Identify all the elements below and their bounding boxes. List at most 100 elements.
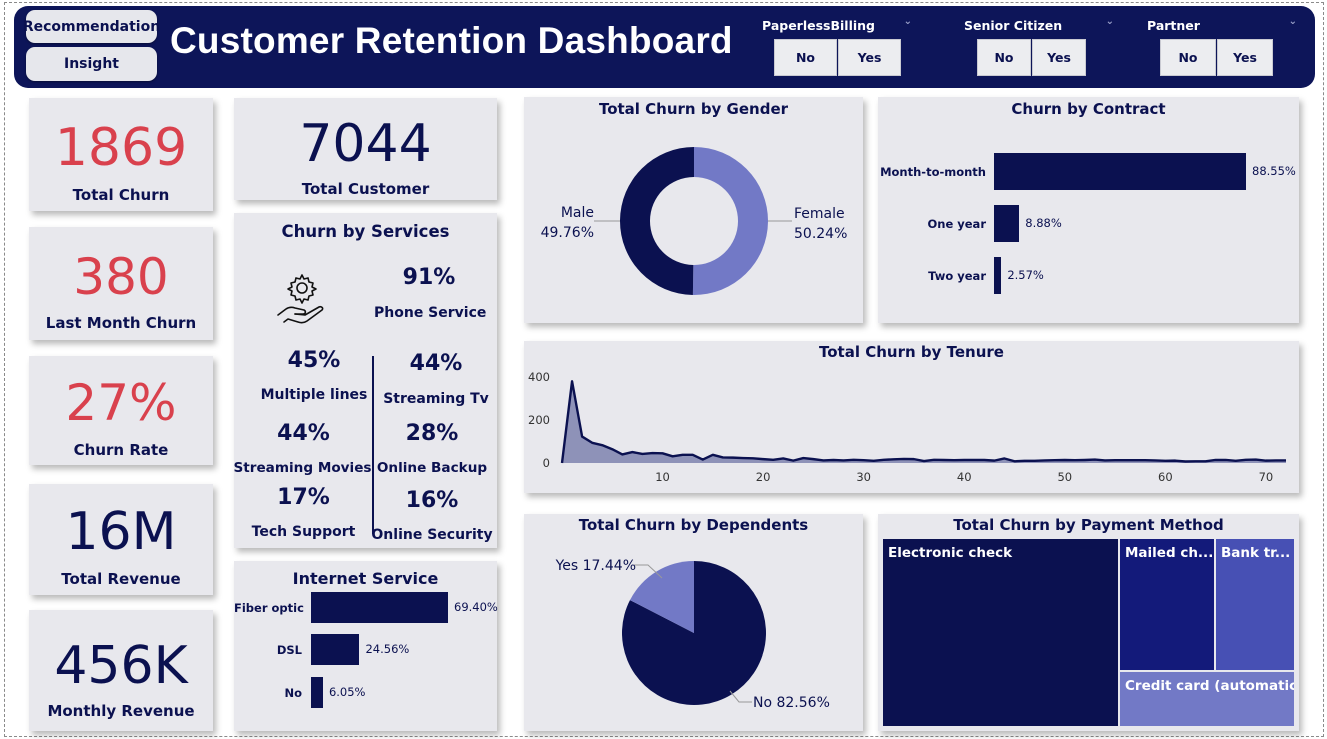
total-revenue-value: 16M xyxy=(65,502,177,562)
bar-label-no: No xyxy=(284,686,302,700)
gear-hand-icon xyxy=(277,274,324,324)
data-label-female: 50.24% xyxy=(794,226,847,242)
paperless-yes-option[interactable]: Yes xyxy=(838,39,901,76)
y-tick-label: 200 xyxy=(528,413,550,427)
partner-slicer: Partner ⌄ No Yes xyxy=(1147,16,1297,76)
last-month-churn-card: 380 Last Month Churn xyxy=(29,227,213,340)
internet-service-card: Internet Service Fiber optic DSL No 69.4… xyxy=(234,561,498,731)
header-bar: Recommendation Insight Customer Retentio… xyxy=(14,6,1315,88)
recommendation-nav-button[interactable]: Recommendation xyxy=(23,10,160,43)
bar-dsl[interactable] xyxy=(311,634,360,665)
churn-by-gender-card: Total Churn by Gender Male 49.76% Female 50… xyxy=(524,97,863,323)
y-tick-label: 0 xyxy=(543,456,550,470)
online-security-label: Online Security xyxy=(371,527,493,543)
paperless-no-option[interactable]: No xyxy=(774,39,837,76)
online-backup-pct: 28% xyxy=(405,421,459,446)
tech-support-pct: 17% xyxy=(277,485,330,510)
streaming-tv-pct: 44% xyxy=(409,351,463,376)
bar-label-one-year: One year xyxy=(927,217,987,231)
treemap-credit-card[interactable]: Credit card (automatic) xyxy=(1120,672,1294,726)
churn-by-contract-card: Churn by Contract Month-to-month One yea… xyxy=(878,97,1299,323)
senior-no-option[interactable]: No xyxy=(977,39,1031,76)
bar-two-year[interactable] xyxy=(994,257,1002,294)
bar-label-dsl: DSL xyxy=(276,643,302,657)
slice-male[interactable] xyxy=(619,147,694,295)
gender-donut-chart: Male 49.76% Female 50.24% xyxy=(541,147,847,295)
partner-no-option[interactable]: No xyxy=(1160,39,1216,76)
x-tick-label: 60 xyxy=(1158,470,1173,484)
data-label-male: 49.76% xyxy=(541,225,594,241)
chevron-down-icon[interactable]: ⌄ xyxy=(904,16,912,27)
insight-nav-button[interactable]: Insight xyxy=(26,47,157,81)
total-customer-card: 7044 Total Customer xyxy=(234,98,497,200)
treemap-bank-transfer[interactable]: Bank tr... xyxy=(1216,539,1294,670)
churn-by-payment-card: Total Churn by Payment Method Electronic… xyxy=(878,514,1299,731)
online-security-pct: 16% xyxy=(405,488,459,513)
services-title: Churn by Services xyxy=(281,222,450,241)
total-churn-card: 1869 Total Churn xyxy=(29,98,213,211)
y-tick-label: 400 xyxy=(528,370,550,384)
bar-label-month-to-month: Month-to-month xyxy=(880,165,986,179)
phone-service-pct: 91% xyxy=(402,265,456,290)
contract-chart-title: Churn by Contract xyxy=(1011,100,1166,118)
churn-by-tenure-card: Total Churn by Tenure 0 200 400 10 20 30 40 50 6… xyxy=(524,341,1299,493)
churn-rate-value: 27% xyxy=(65,374,177,432)
churn-rate-card: 27% Churn Rate xyxy=(29,356,213,465)
x-tick-label: 50 xyxy=(1057,470,1072,484)
total-churn-value: 1869 xyxy=(54,118,188,178)
total-revenue-card: 16M Total Revenue xyxy=(29,484,213,595)
data-label-yes: Yes 17.44% xyxy=(555,558,636,574)
chevron-down-icon[interactable]: ⌄ xyxy=(1289,16,1297,27)
dashboard-title: Customer Retention Dashboard xyxy=(170,20,733,61)
bar-one-year[interactable] xyxy=(994,205,1020,242)
treemap-mailed-check[interactable]: Mailed ch... xyxy=(1120,539,1214,670)
treemap-electronic-check[interactable]: Electronic check xyxy=(883,539,1118,726)
tech-support-label: Tech Support xyxy=(251,524,356,540)
total-customer-value: 7044 xyxy=(299,114,432,174)
monthly-revenue-value: 456K xyxy=(54,636,188,696)
x-tick-label: 70 xyxy=(1259,470,1274,484)
paperless-billing-slicer: PaperlessBilling ⌄ No Yes xyxy=(762,16,912,76)
online-backup-label: Online Backup xyxy=(376,460,488,476)
tenure-area xyxy=(562,381,1286,463)
bar-month-to-month[interactable] xyxy=(994,153,1246,190)
streaming-tv-label: Streaming Tv xyxy=(383,391,489,407)
slicer-title: Partner xyxy=(1147,18,1200,33)
streaming-movies-pct: 44% xyxy=(277,421,330,446)
bar-label-two-year: Two year xyxy=(928,269,986,283)
bar-value-dsl: 24.56% xyxy=(365,641,410,656)
data-label-no: No 82.56% xyxy=(753,695,830,711)
bar-fiber[interactable] xyxy=(311,592,448,623)
total-customer-label: Total Customer xyxy=(301,180,430,198)
bar-no[interactable] xyxy=(311,677,323,708)
x-tick-label: 40 xyxy=(957,470,972,484)
churn-rate-label: Churn Rate xyxy=(73,441,169,459)
monthly-revenue-label: Monthly Revenue xyxy=(47,702,195,720)
tenure-line[interactable] xyxy=(560,380,1286,464)
slice-female[interactable] xyxy=(692,147,768,295)
legend-female: Female xyxy=(794,206,845,222)
slicer-title: PaperlessBilling xyxy=(762,18,876,33)
total-revenue-label: Total Revenue xyxy=(61,570,181,588)
monthly-revenue-card: 456K Monthly Revenue xyxy=(29,610,213,731)
last-month-churn-value: 380 xyxy=(73,248,169,306)
phone-service-label: Phone Service xyxy=(374,305,487,321)
senior-yes-option[interactable]: Yes xyxy=(1032,39,1086,76)
internet-service-title: Internet Service xyxy=(292,569,439,588)
last-month-churn-label: Last Month Churn xyxy=(45,314,197,332)
bar-value-no: 6.05% xyxy=(328,684,366,699)
churn-by-services-card: Churn by Services 91% Phone Service 45% … xyxy=(233,213,497,548)
streaming-movies-label: Streaming Movies xyxy=(233,460,372,476)
x-tick-label: 10 xyxy=(655,470,670,484)
partner-yes-option[interactable]: Yes xyxy=(1217,39,1273,76)
dependents-pie-chart: Yes 17.44% No 82.56% xyxy=(555,558,830,711)
total-churn-label: Total Churn xyxy=(72,186,170,204)
slicer-title: Senior Citizen xyxy=(964,18,1063,33)
tenure-area-chart: 0 200 400 10 20 30 40 50 60 70 xyxy=(528,370,1286,484)
senior-citizen-slicer: Senior Citizen ⌄ No Yes xyxy=(964,16,1114,76)
bar-label-fiber: Fiber optic xyxy=(234,601,304,615)
bar-value-one-year: 8.88% xyxy=(1025,215,1062,230)
multiple-lines-pct: 45% xyxy=(287,348,341,373)
legend-male: Male xyxy=(561,205,594,221)
chevron-down-icon[interactable]: ⌄ xyxy=(1106,16,1114,27)
